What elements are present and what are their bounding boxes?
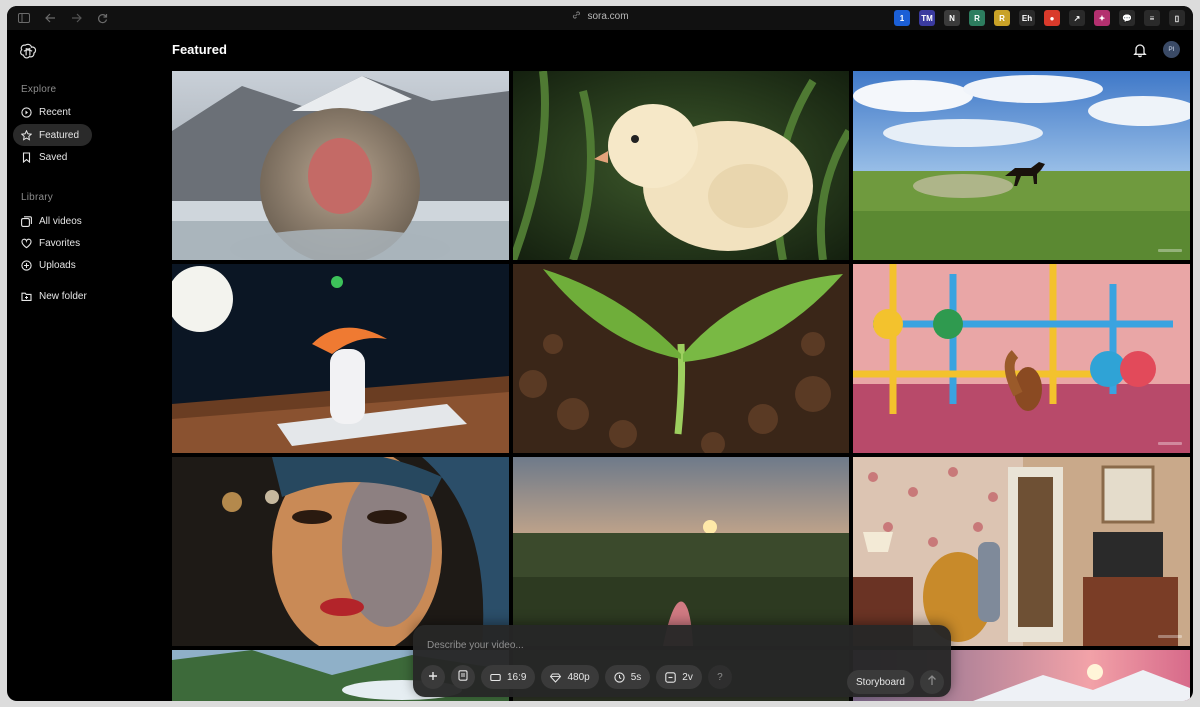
clock-icon [614,671,625,683]
eh-icon[interactable]: Eh [1019,10,1035,26]
notes-icon[interactable]: ≡ [1144,10,1160,26]
sidebar-item-uploads[interactable]: Uploads [13,254,84,276]
sidebar-item-recent[interactable]: Recent [13,101,79,123]
prompt-options: 16:9 480p 5s 2v ? [421,665,732,689]
pink-extension-icon[interactable]: ✦ [1094,10,1110,26]
prompt-composer: Describe your video... 16:9 480p 5s 2v ?… [413,625,951,697]
red-circle-icon[interactable]: ● [1044,10,1060,26]
library-section-label: Library [21,192,53,203]
woman-portrait-thumbnail [172,457,509,646]
submit-button[interactable] [920,670,944,694]
star-icon [21,129,32,141]
bookmark-icon [21,151,32,163]
clock-icon [21,106,32,118]
video-tile-horse-field[interactable] [853,71,1190,260]
video-tile-mushroom-figure[interactable] [172,264,509,453]
video-tile-sprout[interactable] [513,264,849,453]
new-folder-icon [21,291,32,302]
video-tile-sunset-field[interactable] [513,457,849,646]
resolution-value: 480p [567,671,590,683]
variations-icon [665,671,677,683]
watermark [1158,635,1182,638]
video-grid [172,71,1190,701]
tampermonkey-icon[interactable]: TM [919,10,935,26]
variations-value: 2v [682,671,693,683]
storyboard-button[interactable]: Storyboard [847,670,914,694]
sidebar-item-label: Favorites [39,237,81,249]
browser-toolbar: sora.com 1 TM N R R Eh ● ↗ ✦ 💬 ≡ ▯ [7,6,1193,30]
sidebar-icon[interactable]: ▯ [1169,10,1185,26]
horse-field-thumbnail [853,71,1190,260]
r-extension-icon[interactable]: R [994,10,1010,26]
sunset-field-thumbnail [513,457,849,646]
duration-button[interactable]: 5s [604,665,651,689]
video-tile-squirrel-gym[interactable] [853,264,1190,453]
1password-icon[interactable]: 1 [894,10,910,26]
squirrel-gym-thumbnail [853,264,1190,453]
videos-icon [21,215,32,227]
sidebar-item-label: Recent [39,106,71,118]
url-text: sora.com [587,11,629,22]
arrow-up-icon [927,673,937,691]
sidebar-item-label: Saved [39,151,68,163]
prompt-input[interactable]: Describe your video... [427,640,524,651]
video-tile-vintage-room[interactable] [853,457,1190,646]
heart-icon [21,238,32,249]
aspect-ratio-icon [490,672,501,683]
video-tile-snow-monkey[interactable] [172,71,509,260]
aspect-ratio-value: 16:9 [507,671,527,683]
diamond-icon [550,672,562,683]
plus-icon [428,671,438,684]
duration-value: 5s [630,671,642,683]
explore-section-label: Explore [21,84,57,95]
sidebar-toggle-icon[interactable] [17,11,31,25]
extensions-bar: 1 TM N R R Eh ● ↗ ✦ 💬 ≡ ▯ [894,10,1185,26]
storyboard-label: Storyboard [856,676,905,688]
page-title: Featured [172,42,227,57]
avatar[interactable]: PI [1163,41,1180,58]
chick-thumbnail [513,71,849,260]
forward-icon[interactable] [69,11,83,25]
watermark [1158,249,1182,252]
resolution-button[interactable]: 480p [541,665,599,689]
reload-icon[interactable] [95,11,109,25]
chart-icon[interactable]: ↗ [1069,10,1085,26]
sidebar-item-saved[interactable]: Saved [13,146,75,168]
browser-window: sora.com 1 TM N R R Eh ● ↗ ✦ 💬 ≡ ▯ Explore Recent F… [7,6,1193,701]
aspect-ratio-button[interactable]: 16:9 [481,665,536,689]
sidebar: Explore Recent Featured Saved Library Al… [7,30,167,701]
variations-button[interactable]: 2v [656,665,702,689]
sidebar-item-label: Uploads [39,259,76,271]
sprout-thumbnail [513,264,849,453]
mushroom-figure-thumbnail [172,264,509,453]
video-tile-chick[interactable] [513,71,849,260]
sidebar-item-featured[interactable]: Featured [13,124,92,146]
browser-nav [17,11,109,25]
link-icon [571,10,581,23]
video-tile-woman-portrait[interactable] [172,457,509,646]
vintage-room-thumbnail [853,457,1190,646]
bell-icon[interactable] [1132,42,1148,58]
notion-icon[interactable]: N [944,10,960,26]
new-folder-label: New folder [39,290,87,302]
presets-button[interactable] [451,665,475,689]
sidebar-item-label: All videos [39,215,82,227]
sidebar-item-label: Featured [39,129,80,141]
chat-icon[interactable]: 💬 [1119,10,1135,26]
help-button[interactable]: ? [707,665,732,689]
green-square-icon[interactable]: R [969,10,985,26]
sidebar-item-favorites[interactable]: Favorites [13,232,88,254]
upload-icon [21,259,32,271]
back-icon[interactable] [43,11,57,25]
add-media-button[interactable] [421,665,445,689]
snow-monkey-thumbnail [172,71,509,260]
sidebar-item-all-videos[interactable]: All videos [13,210,90,232]
openai-logo-icon[interactable] [19,42,37,60]
new-folder-button[interactable]: New folder [13,285,95,307]
address-bar[interactable]: sora.com [571,10,629,23]
watermark [1158,442,1182,445]
presets-icon [458,670,468,684]
